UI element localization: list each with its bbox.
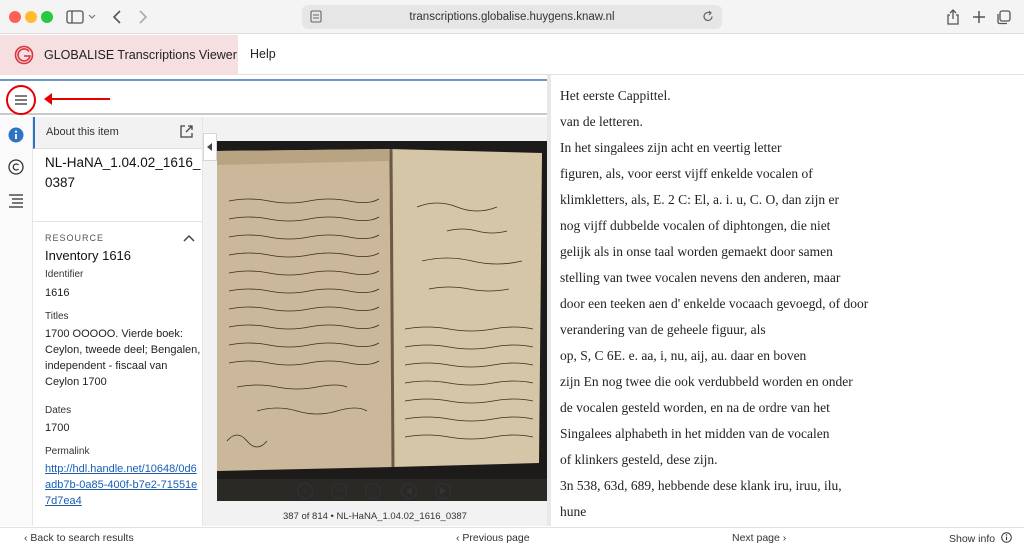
- transcription-line: nog vijff dubbelde vocalen of diphtongen…: [560, 218, 831, 233]
- previous-page-button[interactable]: ‹ Previous page: [456, 532, 530, 544]
- image-caption: 387 of 814 • NL-HaNA_1.04.02_1616_0387: [283, 511, 467, 522]
- previous-page-label: Previous page: [462, 532, 530, 544]
- transcription-line: Het eerste Cappittel.: [560, 88, 671, 103]
- next-page-button[interactable]: Next page ›: [732, 532, 786, 544]
- transcription-line: de vocalen gesteld worden, en na de ordr…: [560, 400, 830, 415]
- external-link-icon[interactable]: [179, 124, 194, 144]
- app-title: GLOBALISE Transcriptions Viewer: [44, 48, 237, 62]
- item-identifier: NL-HaNA_1.04.02_1616_0387: [45, 155, 201, 190]
- globalise-logo-icon: [14, 45, 34, 65]
- info-panel-title: About this item: [46, 126, 119, 138]
- transcription-line: zijn En nog twee die ook verdubbeld word…: [560, 374, 853, 389]
- show-info-button[interactable]: Show info: [949, 532, 1012, 545]
- info-icon: [1001, 532, 1012, 543]
- field-label-dates: Dates: [45, 405, 72, 416]
- transcription-line: verandering van de geheele figuur, als: [560, 322, 766, 337]
- show-info-label: Show info: [949, 533, 996, 545]
- viewer-controls: + − ⌂: [297, 483, 457, 501]
- close-window-button[interactable]: [9, 11, 21, 23]
- info-panel-header: About this item: [33, 117, 202, 149]
- next-page-label: Next page: [732, 532, 780, 544]
- field-value-identifier: 1616: [45, 287, 70, 299]
- transcription-line: figuren, als, voor eerst vijff enkelde v…: [560, 166, 813, 181]
- divider: [33, 221, 202, 222]
- field-label-permalink: Permalink: [45, 446, 90, 457]
- permalink-link[interactable]: http://hdl.handle.net/10648/0d6adb7b-0a8…: [45, 461, 199, 509]
- info-panel: About this item NL-HaNA_1.04.02_1616_038…: [33, 117, 203, 526]
- transcription-line: klimkletters, als, E. 2 C: El, a. i. u, …: [560, 192, 839, 207]
- address-bar[interactable]: transcriptions.globalise.huygens.knaw.nl: [302, 5, 722, 29]
- transcription-line: gelijk als in onse taal worden gemaekt d…: [560, 244, 833, 259]
- menu-button[interactable]: [6, 85, 36, 115]
- brand[interactable]: GLOBALISE Transcriptions Viewer: [0, 35, 238, 75]
- copyright-icon[interactable]: [6, 157, 26, 177]
- annotation-arrow-icon: [44, 93, 110, 105]
- chevron-left-icon: [207, 143, 212, 151]
- transcription-line: van de letteren.: [560, 114, 643, 129]
- back-arrow-icon[interactable]: [110, 7, 124, 27]
- transcription-line: op, S, C 6E. e. aa, i, nu, aij, au. daar…: [560, 348, 807, 363]
- hamburger-menu-icon: [15, 95, 27, 105]
- field-value-dates: 1700: [45, 422, 70, 434]
- transcription-line: 3n 538, 63d, 689, hebbende dese klank ir…: [560, 478, 842, 493]
- reload-icon[interactable]: [702, 10, 714, 26]
- manuscript-scan[interactable]: [217, 141, 547, 501]
- transcription-line: In het singalees zijn acht en veertig le…: [560, 140, 782, 155]
- viewer-toolbar: [0, 79, 547, 115]
- address-bar-url: transcriptions.globalise.huygens.knaw.nl: [409, 11, 615, 23]
- collapse-panel-button[interactable]: [203, 133, 217, 161]
- transcription-line: hune: [560, 504, 587, 519]
- help-link[interactable]: Help: [250, 47, 276, 61]
- info-tab-icon[interactable]: [6, 125, 26, 145]
- field-value-titles: 1700 OOOOO. Vierde boek: Ceylon, tweede …: [45, 328, 201, 388]
- resource-section-label: RESOURCE: [45, 233, 105, 243]
- new-tab-icon[interactable]: [970, 7, 988, 27]
- back-to-search-label: Back to search results: [30, 532, 134, 544]
- share-icon[interactable]: [944, 7, 962, 27]
- chevron-right-icon: ›: [779, 532, 787, 544]
- app-header: GLOBALISE Transcriptions Viewer Help: [0, 35, 1024, 75]
- resource-title: Inventory 1616: [45, 248, 132, 263]
- zoom-out-icon[interactable]: −: [331, 483, 347, 499]
- transcription-line: door een teeken aen d' enkelde vocaach g…: [560, 296, 869, 311]
- transcription-line: of klinkers gesteld, dese zijn.: [560, 452, 718, 467]
- back-to-search-link[interactable]: ‹ Back to search results: [24, 532, 134, 544]
- page-icon: [310, 10, 322, 26]
- sidebar-toggle-icon[interactable]: [64, 7, 98, 27]
- transcription-line: stelling van twee vocalen nevens den and…: [560, 270, 841, 285]
- rotate-right-icon[interactable]: [435, 483, 451, 499]
- zoom-window-button[interactable]: [41, 11, 53, 23]
- table-of-contents-icon[interactable]: [6, 191, 26, 211]
- forward-arrow-icon[interactable]: [136, 7, 150, 27]
- zoom-in-icon[interactable]: +: [297, 483, 313, 499]
- side-icon-rail: [0, 117, 33, 526]
- rotate-left-icon[interactable]: [401, 483, 417, 499]
- image-viewer: + − ⌂ 387 of 814 • NL-HaNA_1.04.02_1616_…: [203, 117, 547, 526]
- browser-toolbar: transcriptions.globalise.huygens.knaw.nl: [0, 0, 1024, 34]
- minimize-window-button[interactable]: [25, 11, 37, 23]
- reset-zoom-icon[interactable]: ⌂: [365, 483, 381, 499]
- field-label-titles: Titles: [45, 311, 69, 322]
- transcription-line: Singalees alphabeth in het midden van de…: [560, 426, 830, 441]
- chevron-up-icon[interactable]: [183, 231, 195, 249]
- left-pane: About this item NL-HaNA_1.04.02_1616_038…: [0, 79, 547, 526]
- field-label-identifier: Identifier: [45, 269, 84, 280]
- footer-nav: ‹ Back to search results ‹ Previous page…: [0, 527, 1024, 547]
- transcription-pane: Het eerste Cappittel. van de letteren. I…: [551, 76, 1024, 526]
- tab-overview-icon[interactable]: [994, 7, 1012, 27]
